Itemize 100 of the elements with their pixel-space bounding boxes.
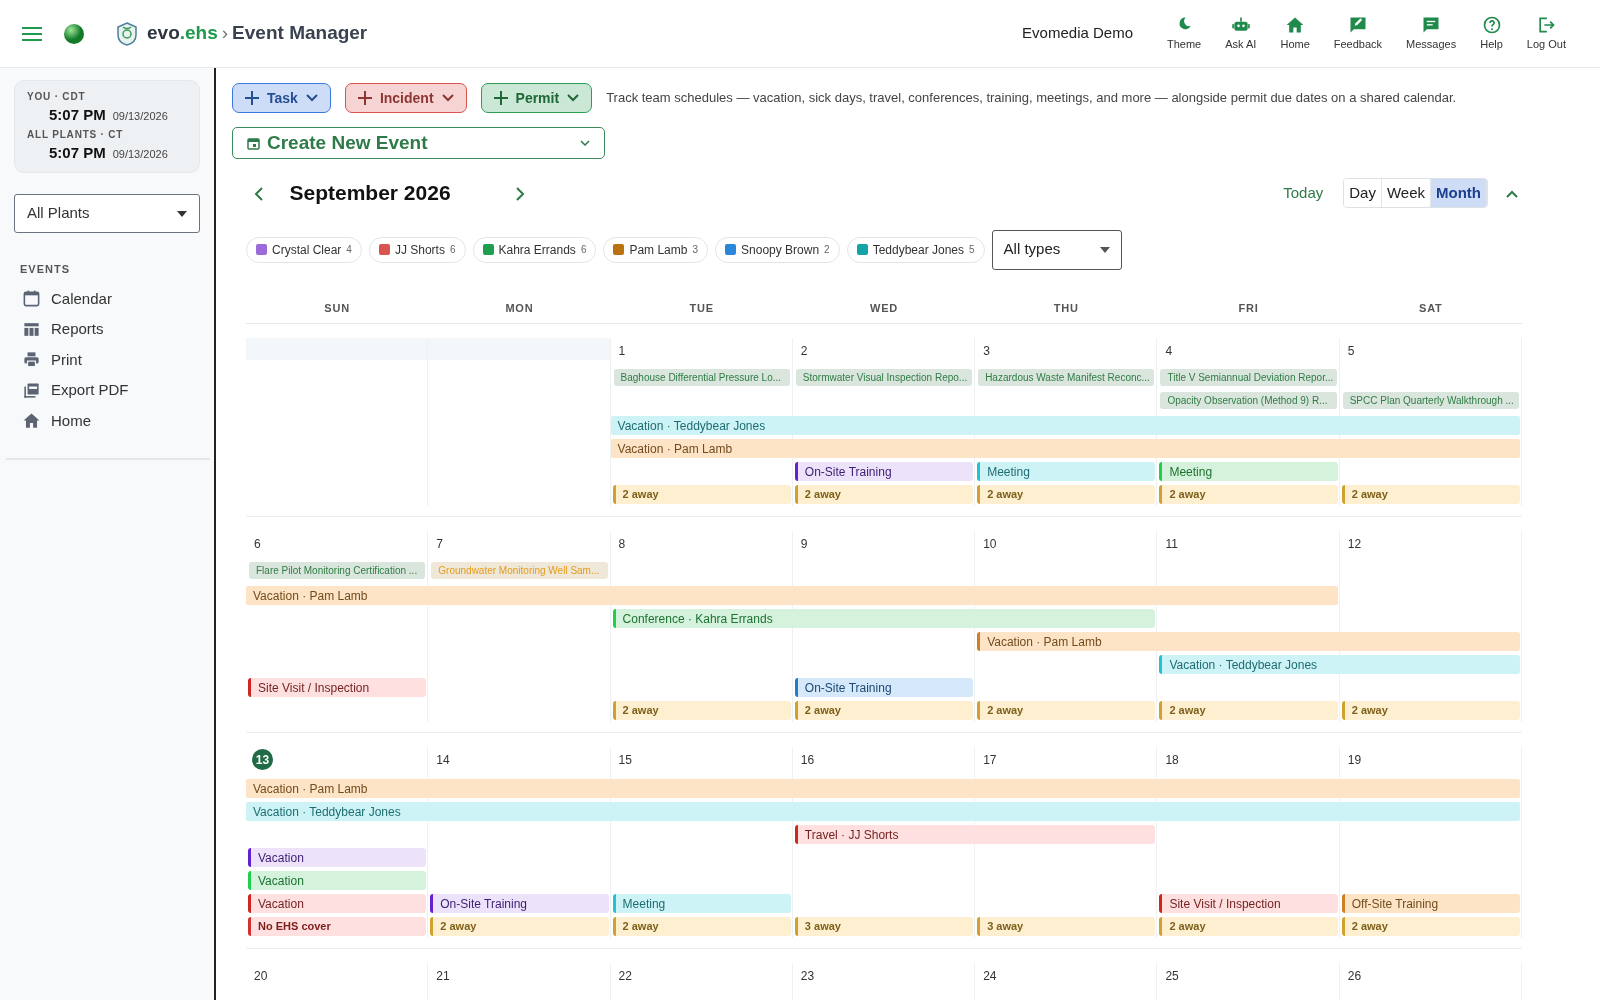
event-bar[interactable]: Vacation · Pam Lamb <box>246 586 1338 605</box>
event-bar[interactable]: Off-Site Training <box>1341 894 1520 913</box>
away-tag[interactable]: 2 away <box>612 917 791 936</box>
filter-chip[interactable]: JJ Shorts 6 <box>368 236 466 263</box>
event-bar[interactable]: Vacation · Pam Lamb <box>610 439 1520 458</box>
event-bar[interactable]: Conference · Kahra Errands <box>612 609 1156 628</box>
away-tag[interactable]: No EHS cover <box>248 917 427 936</box>
sidebar-item[interactable]: Calendar <box>14 283 200 314</box>
away-tag[interactable]: 2 away <box>1159 917 1338 936</box>
view-tab[interactable]: Month <box>1431 178 1487 207</box>
filter-chip[interactable]: Crystal Clear 4 <box>246 236 362 263</box>
day-number: 14 <box>435 752 450 769</box>
weekday-header: WED <box>868 300 900 316</box>
event-bar[interactable]: Meeting <box>1159 462 1338 481</box>
day-number: 2 <box>799 343 808 360</box>
event-bar[interactable]: Site Visit / Inspection <box>1159 894 1338 913</box>
permit-chip[interactable]: Hazardous Waste Manifest Reconc... <box>978 369 1155 386</box>
plant-select[interactable]: All Plants <box>14 194 200 233</box>
event-bar[interactable]: Meeting <box>977 462 1156 481</box>
event-bar[interactable]: Vacation · Teddybear Jones <box>1159 655 1520 674</box>
away-tag[interactable]: 2 away <box>794 701 974 720</box>
weekday-header: SUN <box>323 300 351 316</box>
weekday-header: SAT <box>1418 300 1444 316</box>
day-number: 17 <box>982 752 997 769</box>
sidebar-item[interactable]: Print <box>14 344 200 375</box>
sidebar-item[interactable]: Reports <box>14 314 200 345</box>
away-tag[interactable]: 2 away <box>977 485 1156 504</box>
event-bar[interactable]: Travel · JJ Shorts <box>794 825 1156 844</box>
event-bar[interactable]: Site Visit / Inspection <box>248 678 427 697</box>
event-bar[interactable]: On-Site Training <box>794 462 974 481</box>
new-item-button[interactable]: Incident <box>344 83 467 113</box>
sidebar-item[interactable]: Home <box>14 405 200 436</box>
toolbar-button[interactable]: Help <box>1468 14 1515 53</box>
plus-icon <box>493 91 508 105</box>
day-number: 19 <box>1346 752 1362 769</box>
day-number: 5 <box>1346 343 1355 360</box>
day-number: 15 <box>617 752 632 769</box>
day-number: 13 <box>252 749 273 770</box>
weekday-header: THU <box>1052 300 1080 316</box>
day-number: 25 <box>1164 968 1179 985</box>
event-bar[interactable]: Meeting <box>612 894 791 913</box>
away-tag[interactable]: 3 away <box>794 917 974 936</box>
permit-chip[interactable]: Baghouse Differential Pressure Lo... <box>613 369 790 386</box>
toolbar-button[interactable]: Feedback <box>1321 14 1395 53</box>
filter-chip[interactable]: Pam Lamb 3 <box>603 236 709 263</box>
day-number: 7 <box>435 536 443 553</box>
new-item-button[interactable]: Permit <box>480 83 593 113</box>
event-bar[interactable]: Vacation <box>248 848 427 867</box>
event-bar[interactable]: Vacation · Teddybear Jones <box>246 802 1520 821</box>
chevron-up-icon <box>1506 189 1518 198</box>
away-tag[interactable]: 2 away <box>1341 701 1520 720</box>
new-item-button[interactable]: Task <box>232 83 331 113</box>
event-bar[interactable]: Vacation <box>248 871 427 890</box>
view-tab[interactable]: Day <box>1344 178 1382 207</box>
clock-time: 5:07 PM <box>48 142 106 163</box>
event-bar[interactable]: Vacation <box>248 894 427 913</box>
menu-icon <box>22 26 42 43</box>
event-bar[interactable]: On-Site Training <box>794 678 974 697</box>
account-name: Evomedia Demo <box>1022 23 1133 44</box>
breadcrumb-separator: › <box>221 21 229 46</box>
weekday-header: FRI <box>1237 300 1260 316</box>
away-tag[interactable]: 2 away <box>1159 701 1338 720</box>
away-tag[interactable]: 2 away <box>1341 917 1520 936</box>
chevron-down-icon <box>567 94 580 102</box>
event-bar[interactable]: Vacation · Pam Lamb <box>246 779 1520 798</box>
app-title: Event Manager <box>232 21 368 46</box>
toolbar-button[interactable]: Log Out <box>1514 14 1578 53</box>
away-tag[interactable]: 2 away <box>612 701 791 720</box>
away-tag[interactable]: 2 away <box>612 485 791 504</box>
create-event-dropdown[interactable]: Create New Event <box>232 127 605 159</box>
filter-chip[interactable]: Teddybear Jones 5 <box>846 236 985 263</box>
away-tag[interactable]: 2 away <box>1159 485 1338 504</box>
permit-chip[interactable]: Stormwater Visual Inspection Repo... <box>795 369 973 386</box>
event-bar[interactable]: Vacation · Pam Lamb <box>977 632 1520 651</box>
filter-chip[interactable]: Snoopy Brown 2 <box>715 236 840 263</box>
away-tag[interactable]: 2 away <box>1341 485 1520 504</box>
today-button[interactable]: Today <box>1277 180 1330 205</box>
permit-chip[interactable]: Title V Semiannual Deviation Repor... <box>1160 369 1337 386</box>
event-bar[interactable]: Vacation · Teddybear Jones <box>610 416 1520 435</box>
away-tag[interactable]: 2 away <box>977 701 1156 720</box>
day-number: 6 <box>253 536 261 553</box>
permit-chip[interactable]: Flare Pilot Monitoring Certification ... <box>249 562 426 579</box>
toolbar-button[interactable]: Messages <box>1394 14 1469 53</box>
filter-chip[interactable]: Kahra Errands 6 <box>472 236 597 263</box>
toolbar-button[interactable]: Theme <box>1155 14 1214 53</box>
away-tag[interactable]: 2 away <box>794 485 974 504</box>
away-tag[interactable]: 2 away <box>430 917 609 936</box>
permit-chip[interactable]: SPCC Plan Quarterly Walkthrough ... <box>1342 392 1519 409</box>
day-number: 22 <box>617 968 632 985</box>
sidebar-item[interactable]: Export PDF <box>14 375 200 406</box>
toolbar-button[interactable]: Ask AI <box>1213 14 1269 53</box>
toolbar-button[interactable]: Home <box>1268 14 1322 53</box>
type-select[interactable]: All types <box>991 229 1122 270</box>
shield-logo-icon <box>115 20 139 47</box>
clock-time: 5:07 PM <box>48 105 106 125</box>
permit-chip[interactable]: Opacity Observation (Method 9) R... <box>1160 392 1337 409</box>
day-number: 12 <box>1346 536 1362 553</box>
event-bar[interactable]: On-Site Training <box>430 894 609 913</box>
away-tag[interactable]: 3 away <box>977 917 1156 936</box>
home-icon <box>22 411 41 431</box>
